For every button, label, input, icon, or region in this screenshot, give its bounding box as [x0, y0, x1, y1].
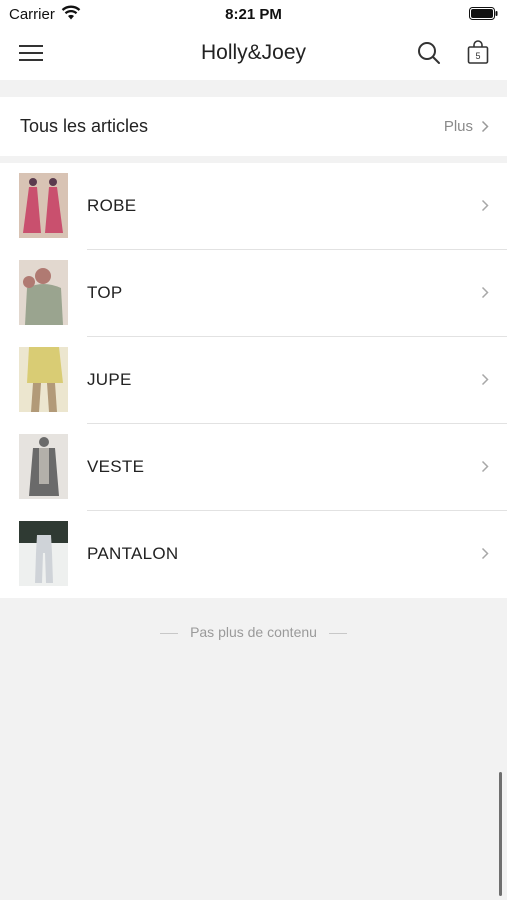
- category-list: ROBE TOP JUPE VESTE PANTALON: [0, 163, 507, 598]
- category-label: VESTE: [87, 457, 145, 476]
- cart-count-badge: 5: [475, 51, 480, 61]
- separator: [0, 80, 507, 90]
- category-thumbnail: [19, 260, 68, 325]
- category-label: JUPE: [87, 370, 132, 389]
- category-row-veste[interactable]: VESTE: [0, 424, 507, 511]
- more-label: Plus: [443, 118, 473, 135]
- category-thumbnail: [19, 521, 68, 586]
- shopping-bag-icon[interactable]: 5: [467, 39, 489, 70]
- divider-line: [160, 632, 179, 634]
- chevron-right-icon: [481, 286, 489, 299]
- chevron-right-icon: [481, 373, 489, 386]
- nav-bar: Holly&Joey 5: [0, 28, 507, 80]
- scrollbar[interactable]: [499, 772, 502, 896]
- category-label: ROBE: [87, 196, 137, 215]
- more-link[interactable]: Plus: [444, 118, 489, 135]
- category-row-jupe[interactable]: JUPE: [0, 337, 507, 424]
- category-label: TOP: [87, 283, 123, 302]
- divider-line: [328, 632, 347, 634]
- category-row-top[interactable]: TOP: [0, 250, 507, 337]
- chevron-right-icon: [481, 547, 489, 560]
- search-icon[interactable]: [417, 41, 441, 70]
- status-bar: Carrier 8:21 PM: [0, 0, 507, 28]
- all-articles-header: Tous les articles Plus: [0, 97, 507, 156]
- battery-icon: [469, 7, 498, 25]
- category-thumbnail: [19, 173, 68, 238]
- chevron-right-icon: [481, 460, 489, 473]
- chevron-right-icon: [481, 120, 489, 133]
- category-row-robe[interactable]: ROBE: [0, 163, 507, 250]
- category-label: PANTALON: [87, 544, 179, 563]
- section-title: Tous les articles: [20, 116, 149, 136]
- category-row-pantalon[interactable]: PANTALON: [0, 511, 507, 598]
- clock: 8:21 PM: [225, 6, 282, 23]
- end-note-text: Pas plus de contenu: [190, 624, 317, 640]
- chevron-right-icon: [481, 199, 489, 212]
- end-of-content-note: Pas plus de contenu: [0, 624, 507, 640]
- category-thumbnail: [19, 434, 68, 499]
- category-thumbnail: [19, 347, 68, 412]
